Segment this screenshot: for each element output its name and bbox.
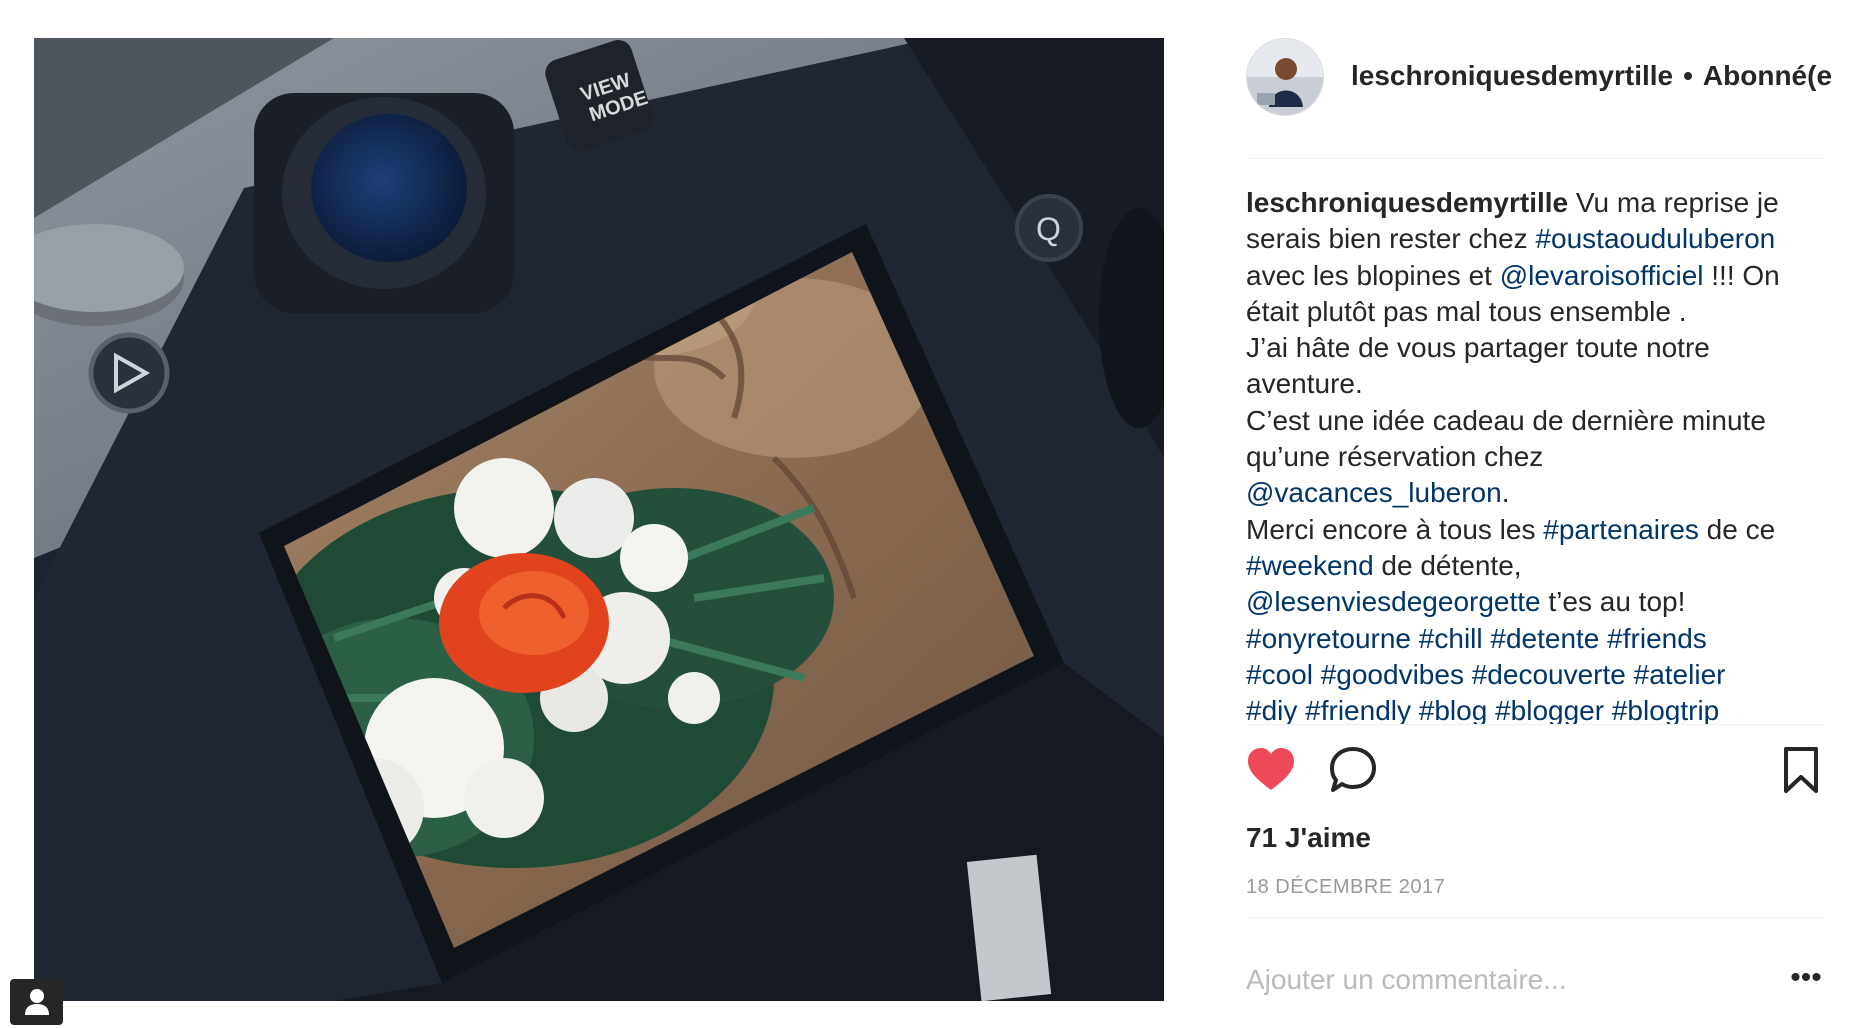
- caption-line: qu’une réservation chez: [1246, 441, 1544, 473]
- caption-text: de détente,: [1373, 549, 1522, 581]
- caption-text: Merci encore à tous les: [1246, 513, 1544, 545]
- follow-button[interactable]: Abonné(e): [1703, 60, 1831, 91]
- caption-text: avec les blopines et: [1246, 259, 1500, 291]
- caption-text: de ce: [1698, 513, 1776, 545]
- mention-link[interactable]: @levaroisofficiel: [1500, 260, 1704, 291]
- header-username[interactable]: leschroniquesdemyrtille: [1351, 60, 1673, 91]
- camera-photo: VIEW MODE Q: [34, 38, 1164, 1001]
- caption-username[interactable]: leschroniquesdemyrtille: [1246, 187, 1568, 218]
- save-button[interactable]: [1776, 745, 1826, 795]
- avatar-photo: [1247, 39, 1323, 115]
- more-options-button[interactable]: •••: [1786, 958, 1826, 998]
- caption-line: Merci encore à tous les #partenaires de …: [1246, 512, 1826, 548]
- caption-text: !!! On: [1703, 259, 1780, 291]
- comment-input[interactable]: [1246, 960, 1746, 1000]
- hashtag-link[interactable]: #detente: [1490, 623, 1599, 654]
- caption-line: était plutôt pas mal tous ensemble .: [1246, 295, 1687, 327]
- caption-line: J’ai hâte de vous partager toute notre: [1246, 332, 1710, 364]
- caption-line: #weekend de détente,: [1246, 548, 1826, 584]
- caption-line: avec les blopines et @levaroisofficiel !…: [1246, 258, 1826, 294]
- hashtag-link[interactable]: #friendly: [1305, 695, 1411, 724]
- hashtag-link[interactable]: #weekend: [1246, 550, 1374, 581]
- hashtag-line: #diy #friendly #blog #blogger #blogtrip: [1246, 693, 1826, 724]
- post-caption: leschroniquesdemyrtille Vu ma reprise je…: [1246, 159, 1826, 724]
- avatar[interactable]: [1246, 38, 1324, 116]
- post-date[interactable]: 18 DÉCEMBRE 2017: [1246, 869, 1826, 905]
- caption-line: @lesenviesdegeorgette t’es au top!: [1246, 584, 1826, 620]
- q-button-label: Q: [1036, 211, 1061, 247]
- hashtag-link[interactable]: #oustaouduluberon: [1535, 223, 1775, 254]
- post-photo[interactable]: VIEW MODE Q: [34, 38, 1164, 1001]
- comment-button[interactable]: [1328, 745, 1378, 795]
- post-header: leschroniquesdemyrtille • Abonné(e): [1246, 30, 1831, 158]
- hashtag-link[interactable]: #goodvibes: [1321, 659, 1464, 690]
- caption-text: .: [1501, 477, 1510, 509]
- like-button[interactable]: [1246, 745, 1296, 795]
- user-icon: [24, 989, 49, 1015]
- header-text: leschroniquesdemyrtille • Abonné(e): [1351, 60, 1831, 92]
- post-actions: [1246, 725, 1826, 817]
- caption-line: serais bien rester chez #oustaoudulubero…: [1246, 221, 1826, 257]
- hashtag-link[interactable]: #decouverte: [1472, 659, 1626, 690]
- comment-row: •••: [1246, 936, 1826, 1016]
- caption-text: Vu ma reprise je: [1575, 187, 1779, 218]
- hashtag-link[interactable]: #blogtrip: [1612, 695, 1719, 724]
- hashtag-line: #onyretourne #chill #detente #friends: [1246, 621, 1826, 657]
- hashtag-link[interactable]: #atelier: [1634, 659, 1726, 690]
- hashtag-link[interactable]: #onyretourne: [1246, 623, 1411, 654]
- bookmark-icon: [1784, 747, 1818, 793]
- caption-text: t’es au top!: [1540, 586, 1686, 618]
- hashtag-link[interactable]: #partenaires: [1543, 514, 1699, 545]
- caption-text: serais bien rester chez: [1246, 223, 1536, 255]
- hashtag-block: #onyretourne #chill #detente #friends #co…: [1246, 621, 1826, 724]
- hashtag-link[interactable]: #blogger: [1495, 695, 1604, 724]
- hashtag-line: #cool #goodvibes #decouverte #atelier: [1246, 657, 1826, 693]
- comment-icon: [1330, 747, 1376, 792]
- hashtag-link[interactable]: #diy: [1246, 695, 1297, 724]
- tagged-users-button[interactable]: [10, 979, 63, 1025]
- hashtag-link[interactable]: #cool: [1246, 659, 1313, 690]
- post-side-panel: leschroniquesdemyrtille • Abonné(e) leschr…: [1246, 30, 1831, 1016]
- like-count[interactable]: 71 J'aime: [1246, 817, 1826, 859]
- caption-line: leschroniquesdemyrtille Vu ma reprise je: [1246, 185, 1826, 221]
- caption-line: @vacances_luberon.: [1246, 475, 1826, 511]
- mention-link[interactable]: @vacances_luberon: [1246, 477, 1502, 508]
- mention-link[interactable]: @lesenviesdegeorgette: [1246, 586, 1541, 617]
- hashtag-link[interactable]: #chill: [1419, 623, 1483, 654]
- caption-line: C’est une idée cadeau de dernière minute: [1246, 404, 1766, 436]
- heart-icon: [1248, 748, 1294, 790]
- caption-line: aventure.: [1246, 368, 1363, 400]
- divider: [1246, 917, 1826, 918]
- hashtag-link[interactable]: #friends: [1607, 623, 1707, 654]
- header-separator: •: [1683, 60, 1693, 91]
- hashtag-link[interactable]: #blog: [1419, 695, 1488, 724]
